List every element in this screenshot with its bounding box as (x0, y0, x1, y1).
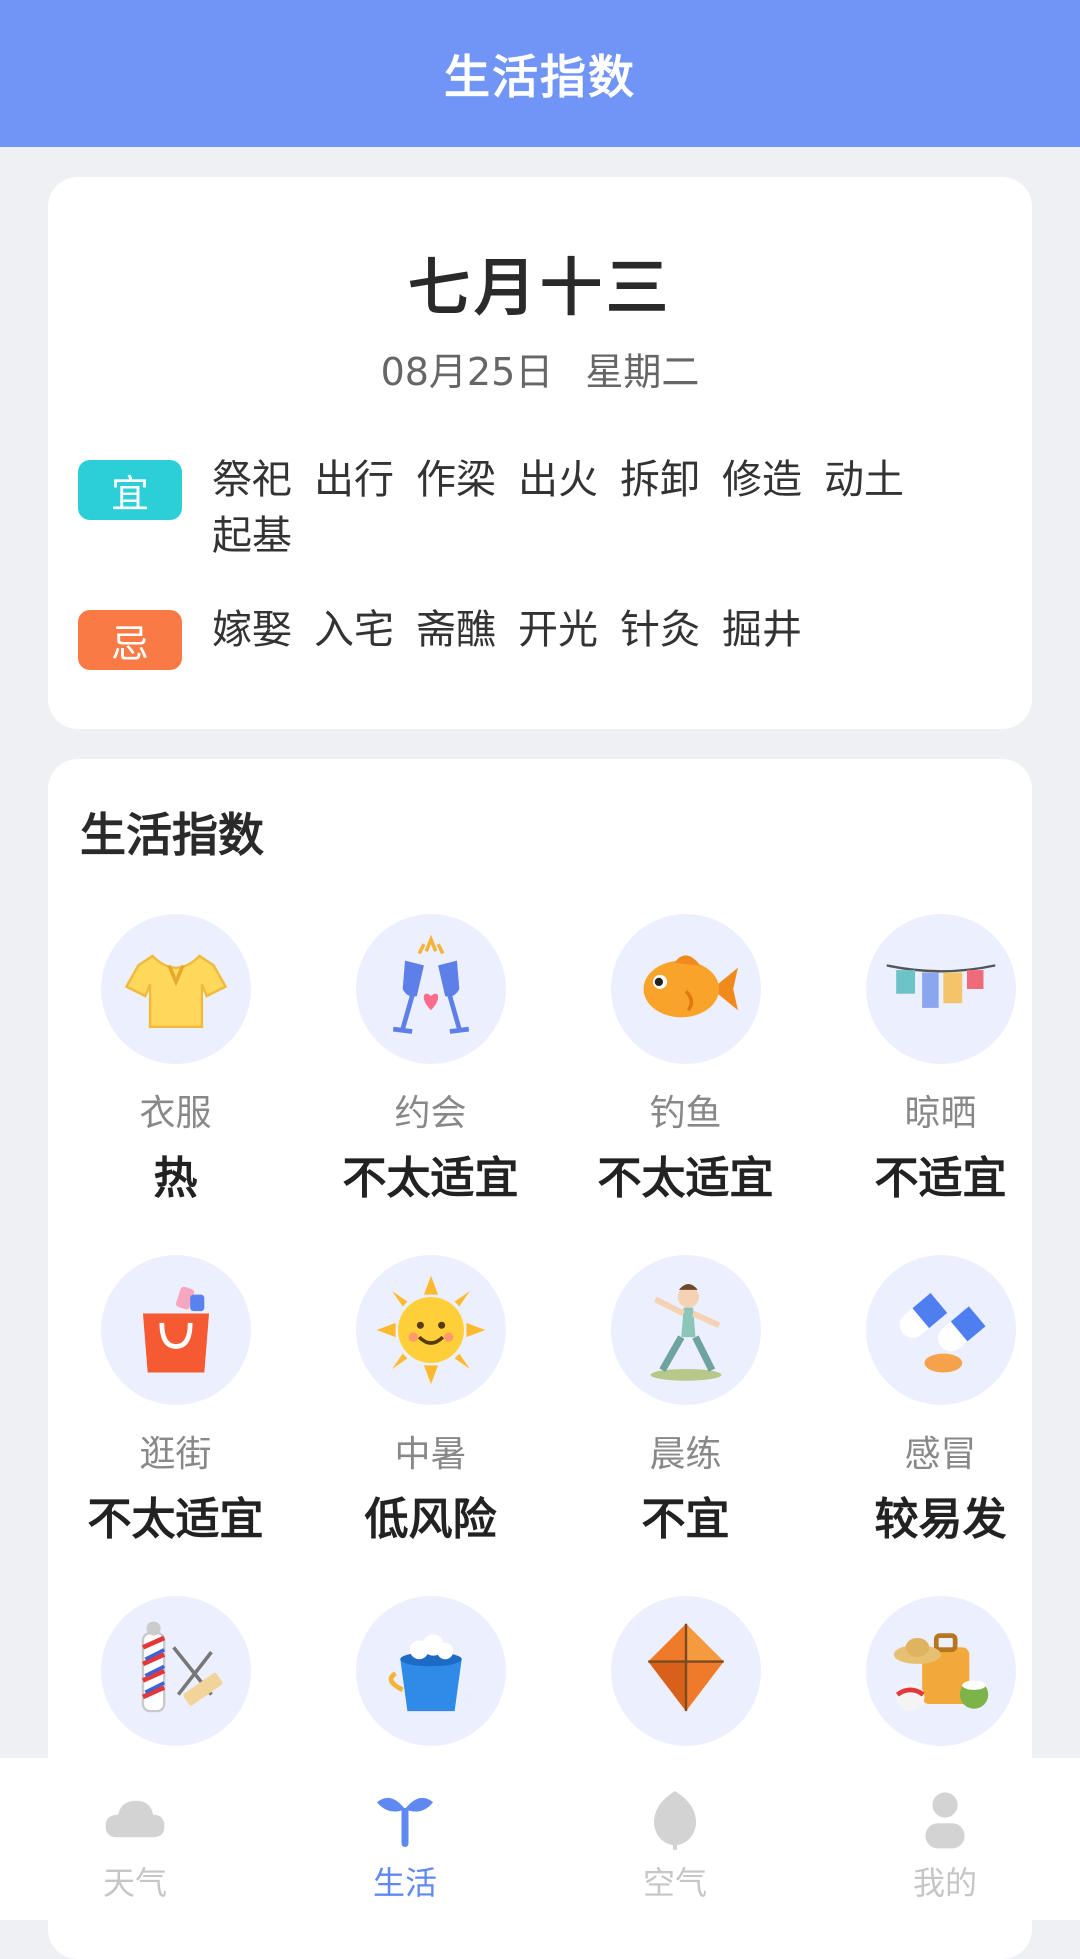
yoga-girl-icon (610, 1255, 761, 1405)
yi-item: 起基 (212, 513, 292, 559)
yi-item: 出行 (314, 457, 394, 503)
yi-badge: 宜 (78, 460, 182, 520)
index-item-shopping[interactable]: 逛街 不太适宜 (48, 1255, 303, 1596)
index-value: 较易发 (874, 1494, 1007, 1545)
index-label: 晾晒 (904, 1093, 977, 1134)
yi-item: 出火 (518, 457, 598, 503)
index-value: 热 (153, 1153, 198, 1204)
tab-air[interactable]: 空气 (540, 1758, 810, 1920)
tab-label: 我的 (912, 1864, 977, 1902)
bottom-tab-bar: 天气 生活 空气 我的 (0, 1758, 1080, 1920)
barber-icon (100, 1596, 251, 1746)
index-value: 低风险 (364, 1494, 497, 1545)
index-label: 逛街 (139, 1434, 212, 1475)
sun-icon (355, 1255, 506, 1405)
index-item-morning-exercise[interactable]: 晨练 不宜 (558, 1255, 813, 1596)
index-label: 晨练 (649, 1434, 722, 1475)
champagne-glasses-icon (355, 914, 506, 1064)
ji-items: 嫁娶 入宅 斋醮 开光 针灸 掘井 (212, 602, 1002, 670)
page-title: 生活指数 (444, 49, 636, 104)
ji-item: 针灸 (620, 607, 700, 653)
tab-label: 空气 (642, 1864, 707, 1902)
index-label: 钓鱼 (649, 1093, 722, 1134)
index-label: 约会 (394, 1093, 467, 1134)
ji-item: 掘井 (722, 607, 802, 653)
solar-date-line: 08月25日 星期二 (48, 341, 1032, 396)
tab-label: 生活 (372, 1864, 437, 1902)
yi-item: 祭祀 (212, 457, 292, 503)
kite-icon (610, 1596, 761, 1746)
yi-item: 作梁 (416, 457, 496, 503)
ji-item: 入宅 (314, 607, 394, 653)
index-item-heatstroke[interactable]: 中暑 低风险 (303, 1255, 558, 1596)
section-title: 生活指数 (80, 808, 264, 862)
index-label: 中暑 (394, 1434, 467, 1475)
yi-row: 宜 祭祀 出行 作梁 出火 拆卸 修造 动土 起基 (78, 452, 1018, 564)
yi-item: 动土 (824, 457, 904, 503)
tab-label: 天气 (102, 1864, 167, 1902)
index-value: 不适宜 (874, 1153, 1007, 1204)
app-header: 生活指数 (0, 0, 1080, 147)
tab-mine[interactable]: 我的 (810, 1758, 1080, 1920)
ji-row: 忌 嫁娶 入宅 斋醮 开光 针灸 掘井 (78, 602, 1018, 670)
solar-date: 08月25日 (380, 350, 554, 394)
index-value: 不宜 (641, 1494, 730, 1545)
luggage-icon (865, 1596, 1016, 1746)
bucket-icon (355, 1596, 506, 1746)
person-icon (925, 1792, 965, 1849)
weekday: 星期二 (585, 350, 700, 394)
yi-item: 拆卸 (620, 457, 700, 503)
leaf-icon (653, 1791, 697, 1850)
clothesline-icon (865, 914, 1016, 1064)
ji-item: 斋醮 (416, 607, 496, 653)
tshirt-icon (100, 914, 251, 1064)
yi-items: 祭祀 出行 作梁 出火 拆卸 修造 动土 起基 (212, 452, 1002, 564)
goldfish-icon (610, 914, 761, 1064)
tab-life[interactable]: 生活 (270, 1758, 540, 1920)
index-label: 衣服 (139, 1093, 212, 1134)
tab-weather[interactable]: 天气 (0, 1758, 270, 1920)
index-item-dating[interactable]: 约会 不太适宜 (303, 914, 558, 1255)
index-value: 不太适宜 (597, 1153, 774, 1204)
ji-item: 开光 (518, 607, 598, 653)
ji-badge: 忌 (78, 610, 182, 670)
index-item-cold[interactable]: 感冒 较易发 (813, 1255, 1068, 1596)
almanac-card: 七月十三 08月25日 星期二 宜 祭祀 出行 作梁 出火 拆卸 修造 动土 起… (48, 177, 1032, 729)
index-item-fishing[interactable]: 钓鱼 不太适宜 (558, 914, 813, 1255)
yi-item: 修造 (722, 457, 802, 503)
shopping-bag-icon (100, 1255, 251, 1405)
index-label: 感冒 (904, 1434, 977, 1475)
index-value: 不太适宜 (87, 1494, 264, 1545)
cloud-icon (105, 1800, 165, 1838)
lunar-date: 七月十三 (407, 251, 672, 324)
index-item-clothes[interactable]: 衣服 热 (48, 914, 303, 1255)
ji-item: 嫁娶 (212, 607, 292, 653)
pills-icon (865, 1255, 1016, 1405)
sprout-icon (377, 1797, 433, 1847)
index-item-drying[interactable]: 晾晒 不适宜 (813, 914, 1068, 1255)
index-value: 不太适宜 (342, 1153, 519, 1204)
